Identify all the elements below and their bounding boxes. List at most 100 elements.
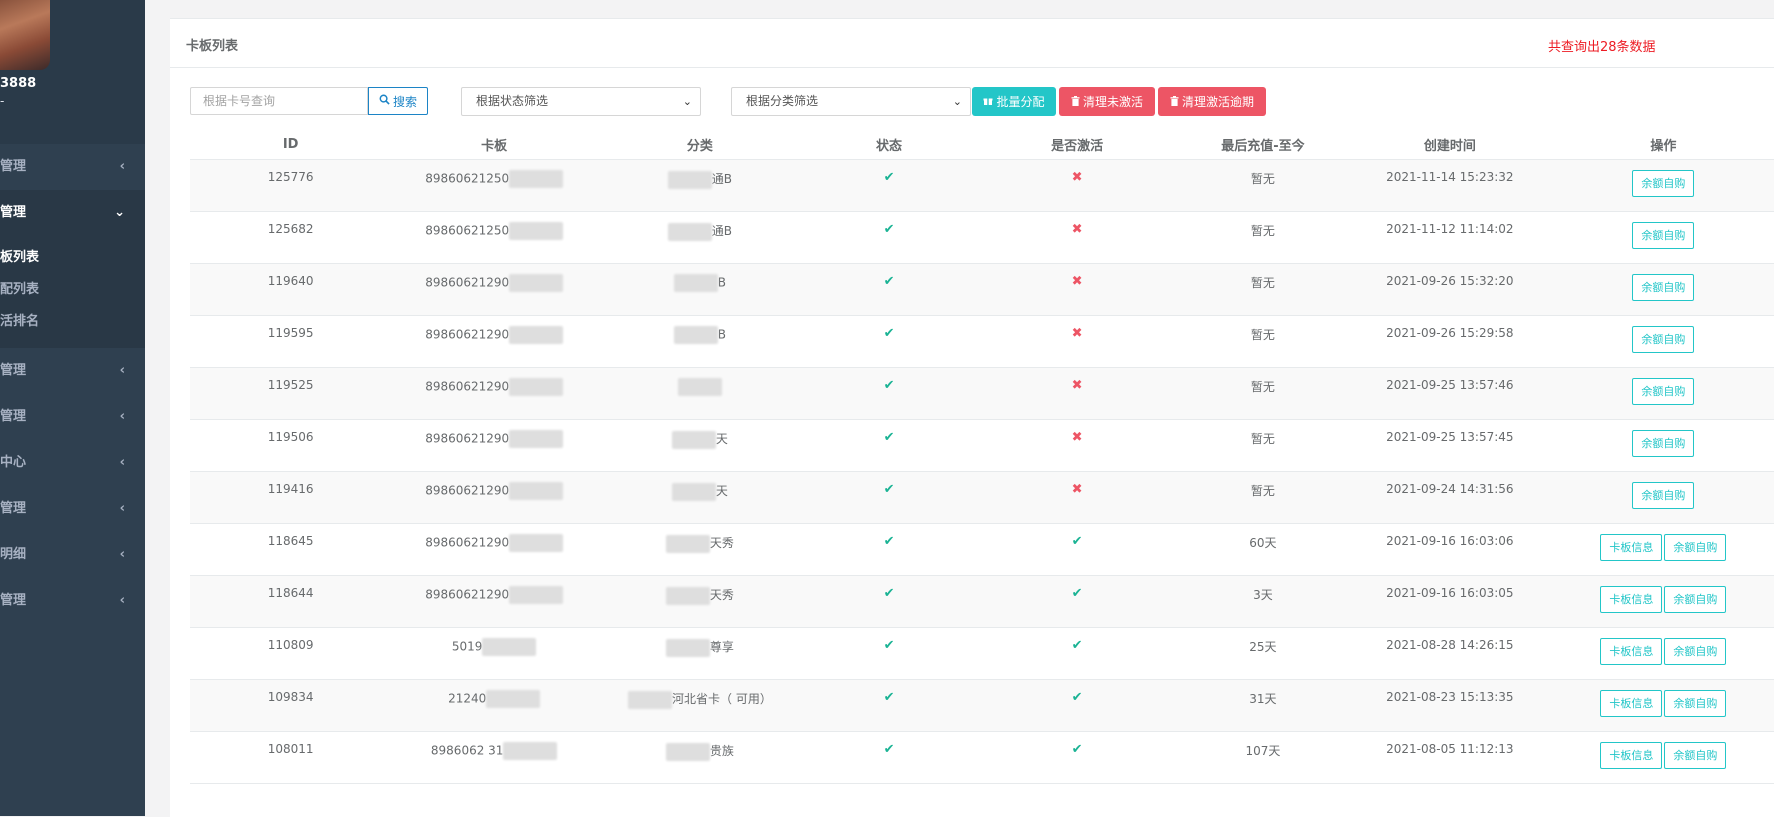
sidebar-subitem-assign-list[interactable]: 配列表 <box>0 274 145 306</box>
table-header-row: ID 卡板 分类 状态 是否激活 最后充值-至今 创建时间 操作 <box>190 129 1774 160</box>
sidebar-item-4[interactable]: 管理 ‹ <box>0 394 145 440</box>
sidebar-item-label: 管理 <box>0 593 27 608</box>
cell-id: 119525 <box>190 367 392 420</box>
balance-purchase-button[interactable]: 余额自购 <box>1664 690 1727 717</box>
balance-purchase-button[interactable]: 余额自购 <box>1632 170 1695 197</box>
cell-activated: ✔ <box>975 679 1179 732</box>
cell-category: B <box>597 315 803 368</box>
sidebar-subitem-card-list[interactable]: 板列表 <box>0 242 145 274</box>
card-search-input[interactable] <box>190 87 368 115</box>
cell-category: 通B <box>597 159 803 212</box>
cell-card: 21240 <box>391 679 598 732</box>
cell-card: 89860621290 <box>391 263 598 316</box>
card-info-button[interactable]: 卡板信息 <box>1600 638 1663 665</box>
sidebar-item-label: 管理 <box>0 409 27 424</box>
column-header-category[interactable]: 分类 <box>597 129 803 160</box>
cell-created: 2021-08-23 15:13:35 <box>1346 679 1553 732</box>
cell-category: 河北省卡（ 可用） <box>597 679 803 732</box>
sidebar-item-label: 管理 <box>0 205 27 220</box>
cell-id: 119595 <box>190 315 392 368</box>
clear-inactive-label: 清理未激活 <box>1082 95 1143 109</box>
cell-activated: ✖ <box>975 159 1179 212</box>
balance-purchase-button[interactable]: 余额自购 <box>1632 274 1695 301</box>
sidebar-item-1[interactable]: 管理 ‹ <box>0 144 145 190</box>
card-info-button[interactable]: 卡板信息 <box>1600 534 1663 561</box>
balance-purchase-button[interactable]: 余额自购 <box>1632 430 1695 457</box>
clear-inactive-button[interactable]: 清理未激活 <box>1059 87 1155 116</box>
card-info-button[interactable]: 卡板信息 <box>1600 742 1663 769</box>
sidebar-item-8[interactable]: 管理 ‹ <box>0 578 145 624</box>
activated-icon: ✔ <box>1071 690 1083 705</box>
balance-purchase-button[interactable]: 余额自购 <box>1664 742 1727 769</box>
sidebar-item-3[interactable]: 管理 ‹ <box>0 348 145 394</box>
cell-created: 2021-11-12 11:14:02 <box>1346 211 1553 264</box>
category-text: 通B <box>711 224 733 238</box>
cell-status: ✔ <box>802 419 976 472</box>
cell-activated: ✖ <box>975 471 1179 524</box>
cell-actions: 卡板信息 余额自购 <box>1552 523 1774 576</box>
sidebar-item-label: 明细 <box>0 547 27 562</box>
cell-id: 108011 <box>190 731 392 784</box>
activated-icon: ✖ <box>1071 170 1083 185</box>
cell-last-recharge: 60天 <box>1178 523 1347 576</box>
cell-activated: ✔ <box>975 523 1179 576</box>
column-header-last-recharge[interactable]: 最后充值-至今 <box>1178 129 1347 160</box>
balance-purchase-button[interactable]: 余额自购 <box>1632 326 1695 353</box>
balance-purchase-button[interactable]: 余额自购 <box>1632 222 1695 249</box>
column-header-status[interactable]: 状态 <box>802 129 976 160</box>
column-header-card[interactable]: 卡板 <box>391 129 598 160</box>
cell-activated: ✖ <box>975 211 1179 264</box>
profile-panel: 3888 - <box>0 0 145 144</box>
card-info-button[interactable]: 卡板信息 <box>1600 586 1663 613</box>
activated-icon: ✖ <box>1071 430 1083 445</box>
cell-created: 2021-09-25 13:57:46 <box>1346 367 1553 420</box>
column-header-id[interactable]: ID <box>190 129 392 160</box>
cell-id: 119640 <box>190 263 392 316</box>
category-filter-select[interactable]: 根据分类筛选 ⌄ <box>731 87 971 116</box>
chevron-down-icon: ⌄ <box>682 95 692 108</box>
category-text: 尊享 <box>709 640 734 654</box>
sidebar-item-5[interactable]: 中心 ‹ <box>0 440 145 486</box>
clear-expired-button[interactable]: 清理激活逾期 <box>1158 87 1266 116</box>
category-text: 贵族 <box>709 744 734 758</box>
column-header-created[interactable]: 创建时间 <box>1346 129 1553 160</box>
cell-last-recharge: 25天 <box>1178 627 1347 680</box>
result-count: 共查询出28条数据 <box>1548 40 1656 55</box>
cell-id: 118645 <box>190 523 392 576</box>
cell-actions: 余额自购 <box>1552 159 1774 212</box>
chevron-down-icon: ⌄ <box>114 205 125 220</box>
sidebar-item-7[interactable]: 明细 ‹ <box>0 532 145 578</box>
card-number-text: 89860621290 <box>425 379 510 394</box>
card-number-text: 89860621290 <box>425 535 510 550</box>
username[interactable]: 3888 <box>0 76 36 91</box>
sidebar-item-card-management[interactable]: 管理 ⌄ <box>0 190 145 236</box>
balance-purchase-button[interactable]: 余额自购 <box>1664 534 1727 561</box>
cell-status: ✔ <box>802 471 976 524</box>
cell-category: 天秀 <box>597 523 803 576</box>
category-text: B <box>717 327 727 342</box>
avatar[interactable] <box>0 0 50 70</box>
cell-status: ✔ <box>802 211 976 264</box>
sidebar-item-6[interactable]: 管理 ‹ <box>0 486 145 532</box>
table-row: 119506 89860621290 天 ✔ ✖ 暂无 2021-09-25 13:57:4… <box>190 419 1774 472</box>
sidebar-subitem-activation-rank[interactable]: 活排名 <box>0 306 145 338</box>
balance-purchase-button[interactable]: 余额自购 <box>1632 378 1695 405</box>
cell-created: 2021-08-28 14:26:15 <box>1346 627 1553 680</box>
balance-purchase-button[interactable]: 余额自购 <box>1664 586 1727 613</box>
search-button[interactable]: 搜索 <box>368 87 428 115</box>
chevron-left-icon: ‹ <box>119 455 125 470</box>
cell-id: 118644 <box>190 575 392 628</box>
card-info-button[interactable]: 卡板信息 <box>1600 690 1663 717</box>
status-icon: ✔ <box>883 638 895 653</box>
clear-expired-label: 清理激活逾期 <box>1181 95 1254 109</box>
status-filter-select[interactable]: 根据状态筛选 ⌄ <box>461 87 701 116</box>
chevron-left-icon: ‹ <box>119 547 125 562</box>
column-header-activated[interactable]: 是否激活 <box>975 129 1179 160</box>
batch-assign-button[interactable]: 批量分配 <box>972 87 1056 116</box>
card-table: ID 卡板 分类 状态 是否激活 最后充值-至今 创建时间 操作 125776 8… <box>190 129 1774 784</box>
cell-activated: ✖ <box>975 315 1179 368</box>
redaction-mask <box>509 534 564 552</box>
balance-purchase-button[interactable]: 余额自购 <box>1664 638 1727 665</box>
balance-purchase-button[interactable]: 余额自购 <box>1632 482 1695 509</box>
cell-category: 天 <box>597 419 803 472</box>
